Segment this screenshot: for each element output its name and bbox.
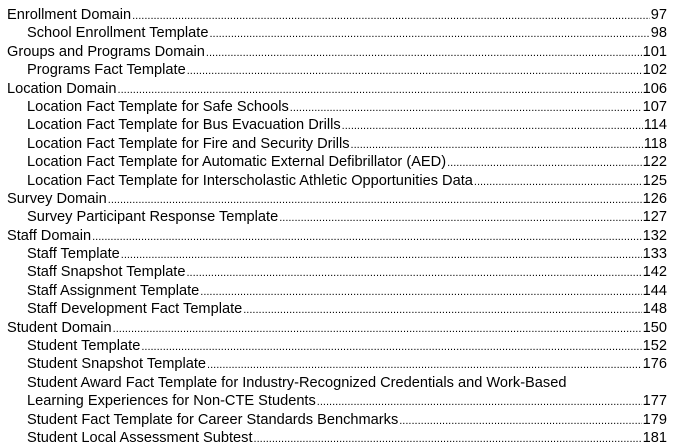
toc-entry-title: Student Fact Template for Career Standar… [27,411,399,428]
dot-leader [187,61,642,80]
dot-leader [141,337,641,356]
toc-entry-title: Location Fact Template for Bus Evacuatio… [27,117,341,134]
toc-entry-title: Staff Development Fact Template [27,301,243,318]
dot-leader [474,172,642,191]
toc-entry-title: Staff Assignment Template [27,282,200,299]
dot-leader [113,319,642,338]
toc-entry-title: Staff Domain [7,227,92,244]
dot-leader [209,24,649,43]
toc-entry-title: Student Local Assessment Subtest [27,429,253,446]
toc-entry-page: 127 [642,209,667,226]
toc-entry-programs-fact-template[interactable]: Programs Fact Template 102 [7,61,667,79]
dot-leader [207,355,642,374]
toc-entry-page: 181 [642,429,667,446]
dot-leader [254,429,642,448]
toc-entry-student-snapshot[interactable]: Student Snapshot Template 176 [7,355,667,373]
toc-entry-student-template[interactable]: Student Template 152 [7,337,667,355]
toc-entry-page: 142 [642,264,667,281]
toc-entry-location-fire-security[interactable]: Location Fact Template for Fire and Secu… [7,135,667,153]
dot-leader [132,6,650,25]
toc-entry-title: Student Template [27,338,141,355]
toc-entry-page: 107 [642,98,667,115]
toc-entry-page: 179 [642,411,667,428]
toc-entry-location-bus-evacuation[interactable]: Location Fact Template for Bus Evacuatio… [7,116,667,134]
toc-entry-groups-programs-domain[interactable]: Groups and Programs Domain 101 [7,43,667,61]
toc-entry-title: Enrollment Domain [7,7,132,23]
toc-entry-title: Programs Fact Template [27,62,186,79]
toc-entry-survey-participant[interactable]: Survey Participant Response Template 127 [7,208,667,226]
dot-leader [206,43,642,62]
toc-entry-page: 148 [642,301,667,318]
toc-entry-page: 106 [642,80,667,97]
toc-entry-student-career-benchmarks[interactable]: Student Fact Template for Career Standar… [7,411,667,429]
toc-entry-student-domain[interactable]: Student Domain 150 [7,319,667,337]
toc-entry-survey-domain[interactable]: Survey Domain 126 [7,190,667,208]
toc-entry-student-local-assessment[interactable]: Student Local Assessment Subtest 181 [7,429,667,447]
toc-entry-enrollment-domain[interactable]: Enrollment Domain 97 [7,6,667,24]
toc-entry-location-domain[interactable]: Location Domain 106 [7,80,667,98]
toc-entry-location-aed[interactable]: Location Fact Template for Automatic Ext… [7,153,667,171]
toc-entry-title: Location Fact Template for Interscholast… [27,172,473,189]
toc-entry-page: 152 [642,338,667,355]
dot-leader [447,153,642,172]
toc-entry-title: Location Fact Template for Automatic Ext… [27,154,447,171]
toc-entry-page: 97 [650,7,667,23]
toc-entry-title: Location Fact Template for Safe Schools [27,98,289,115]
table-of-contents: Enrollment Domain 97 School Enrollment T… [7,6,667,447]
toc-entry-student-award[interactable]: Student Award Fact Template for Industry… [7,374,667,411]
toc-entry-page: 98 [650,25,667,42]
toc-entry-page: 132 [642,227,667,244]
toc-entry-title: Location Fact Template for Fire and Secu… [27,135,350,152]
toc-entry-page: 176 [642,356,667,373]
toc-entry-page: 118 [643,135,667,152]
toc-entry-title-line1: Student Award Fact Template for Industry… [27,374,567,391]
toc-entry-location-athletic[interactable]: Location Fact Template for Interscholast… [7,172,667,190]
toc-entry-title: Student Domain [7,319,112,336]
toc-entry-page: 114 [643,117,667,134]
dot-leader [108,190,642,209]
toc-entry-page: 101 [642,43,667,60]
toc-entry-title: Location Domain [7,80,117,97]
toc-entry-page: 102 [642,62,667,79]
toc-entry-line2: Learning Experiences for Non-CTE Student… [27,392,667,410]
toc-entry-page: 126 [642,190,667,207]
dot-leader [351,135,643,154]
dot-leader [186,263,641,282]
toc-entry-staff-assignment[interactable]: Staff Assignment Template 144 [7,282,667,300]
toc-entry-staff-development[interactable]: Staff Development Fact Template 148 [7,300,667,318]
toc-entry-title: Staff Snapshot Template [27,264,186,281]
toc-entry-title: Survey Domain [7,190,107,207]
toc-entry-page: 177 [642,393,667,410]
dot-leader [118,80,642,99]
dot-leader [279,208,641,227]
toc-entry-title: School Enrollment Template [27,25,209,42]
toc-entry-staff-domain[interactable]: Staff Domain 132 [7,227,667,245]
toc-entry-page: 133 [642,246,667,263]
dot-leader [290,98,642,117]
dot-leader [121,245,642,264]
toc-entry-staff-template[interactable]: Staff Template 133 [7,245,667,263]
toc-entry-school-enrollment-template[interactable]: School Enrollment Template 98 [7,24,667,42]
dot-leader [243,300,641,319]
dot-leader [317,392,642,411]
toc-entry-title: Staff Template [27,246,120,263]
toc-entry-staff-snapshot[interactable]: Staff Snapshot Template 142 [7,263,667,281]
toc-entry-page: 150 [642,319,667,336]
dot-leader [399,411,641,430]
toc-entry-title-line2: Learning Experiences for Non-CTE Student… [27,393,316,410]
toc-entry-title: Groups and Programs Domain [7,43,205,60]
toc-entry-title: Survey Participant Response Template [27,209,279,226]
dot-leader [342,116,643,135]
toc-entry-location-safe-schools[interactable]: Location Fact Template for Safe Schools … [7,98,667,116]
toc-entry-title: Student Snapshot Template [27,356,207,373]
dot-leader [200,282,641,301]
toc-entry-page: 144 [642,282,667,299]
toc-entry-page: 125 [642,172,667,189]
toc-entry-page: 122 [642,154,667,171]
dot-leader [92,227,642,246]
